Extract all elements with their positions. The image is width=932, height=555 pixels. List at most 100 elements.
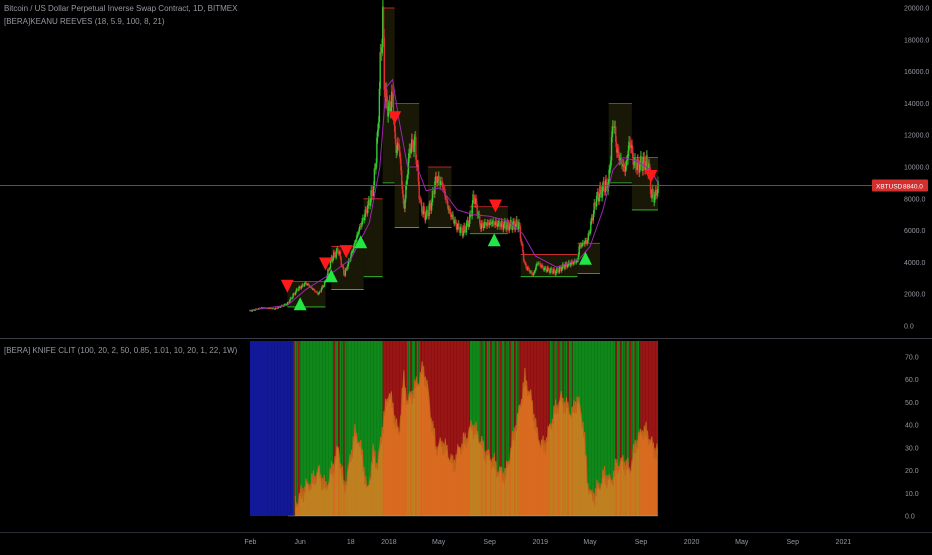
candle-body [559,267,560,272]
price-axis-label: 16000.0 [904,69,929,76]
candle-body [497,223,498,227]
candle-body [297,289,298,290]
background-regime [250,341,293,516]
candle-body [421,202,422,213]
candle-body [499,221,500,226]
candle-body [400,159,401,171]
candle-body [292,298,293,299]
candle-body [613,126,614,127]
price-axis-label: 6000.0 [904,228,926,235]
candle-body [626,160,627,165]
time-axis-label: Jun [295,539,306,546]
candle-body [358,232,359,234]
candle-body [386,89,387,103]
candle-body [483,225,484,228]
candle-body [373,185,374,196]
background-stripe [298,341,300,516]
candle-body [633,163,634,165]
price-axis-label: 20000.0 [904,6,929,13]
indicator-bottom-label[interactable]: [BERA] KNIFE CLIT (100, 20, 2, 50, 0.85,… [4,346,237,355]
candle-body [398,143,399,144]
candle-body [311,288,312,289]
candle-body [318,293,319,295]
oscillator-axis-label: 0.0 [905,514,915,521]
candle-body [625,166,626,172]
candle-body [254,310,255,311]
candle-body [505,221,506,228]
background-stripe [295,341,297,516]
candle-body [377,130,378,138]
price-axis-label: 8000.0 [904,196,926,203]
time-axis-label: Sep [483,539,496,546]
candle-body [635,158,636,168]
candle-body [457,227,458,230]
candle-body [357,234,358,235]
candle-body [627,160,628,161]
candle-body [304,283,305,286]
pane-separator[interactable] [0,338,932,339]
candle-body [418,182,419,199]
candle-body [295,292,296,295]
candle-body [522,244,523,252]
candle-body [652,189,653,194]
candle-body [367,205,368,213]
candle-body [610,161,611,169]
time-axis-label: May [432,539,446,546]
candle-body [557,268,558,272]
candle-body [314,290,315,292]
candle-body [600,186,601,190]
price-axis-label: 14000.0 [904,101,929,108]
candle-body [548,267,549,269]
candle-body [407,174,408,180]
candle-body [355,242,356,243]
candle-body [469,214,470,224]
candle-body [612,126,613,137]
candle-body [549,270,550,273]
candle-body [323,286,324,287]
candle-body [352,251,353,252]
price-axis-label: 0.0 [904,324,914,331]
candle-body [364,217,365,220]
candle-body [383,7,384,38]
candle-body [623,164,624,168]
oscillator-axis-label: 50.0 [905,400,919,407]
candle-body [443,188,444,189]
candle-body [447,200,448,205]
candle-body [496,221,497,223]
oscillator-axis-label: 70.0 [905,355,919,362]
price-axis-label: 18000.0 [904,37,929,44]
candle-body [519,222,520,226]
time-axis-label: 2018 [381,539,397,546]
candle-body [401,171,402,186]
candle-body [535,269,536,271]
candle-body [589,231,590,233]
candle-body [327,269,328,275]
candle-body [451,216,452,217]
candle-body [584,241,585,245]
candle-body [540,263,541,266]
candle-body [361,221,362,226]
candle-body [420,200,421,202]
candle-body [332,258,333,261]
candle-body [535,265,536,269]
bull-signal-arrow [488,233,501,246]
candle-body [347,264,348,268]
candle-body [399,152,400,159]
time-axis-label: 2020 [684,539,700,546]
candle-body [308,284,309,286]
price-badge-value: 8840.0 [903,183,923,190]
candle-body [418,165,419,182]
candle-body [413,140,414,152]
candle-body [598,198,599,201]
candle-body [464,226,465,230]
candle-body [376,138,377,163]
candle-body [596,196,597,207]
chart-canvas[interactable]: XBTUSD8840.020000.018000.016000.014000.0… [0,0,932,550]
indicator-top-label[interactable]: [BERA]KEANU REEVES (18, 5.9, 100, 8, 21) [4,17,165,26]
candle-body [573,263,574,264]
candle-body [379,89,380,122]
candle-body [392,92,393,94]
candle-body [443,187,444,188]
candle-body [555,271,556,274]
candle-body [525,264,526,268]
